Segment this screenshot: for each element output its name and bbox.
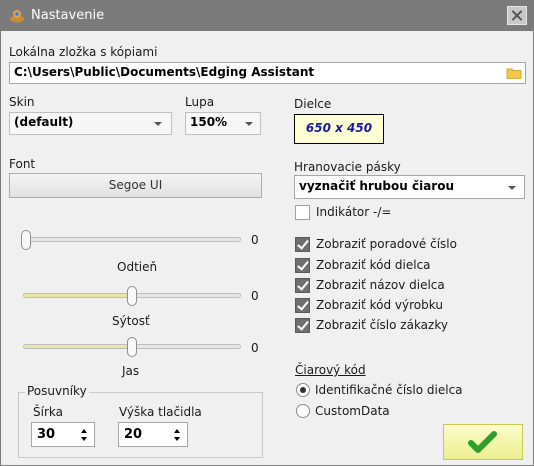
brightness-slider-thumb[interactable]	[127, 337, 137, 357]
chevron-down-icon	[245, 122, 253, 126]
show-order-id-label: Zobraziť číslo zákazky	[316, 318, 448, 332]
show-part-code-label: Zobraziť kód dielca	[316, 258, 431, 272]
scrollbars-group-label: Posuvníky	[25, 384, 89, 398]
arrow-down-icon[interactable]	[81, 437, 87, 441]
barcode-id-label: Identifikačné číslo dielca	[315, 383, 463, 397]
show-product-code-label: Zobraziť kód výrobku	[316, 298, 443, 312]
hue-slider-track[interactable]	[23, 237, 241, 242]
button-height-stepper[interactable]: 20	[118, 422, 188, 447]
scrollbar-width-label: Šírka	[33, 405, 63, 419]
show-part-name-label: Zobraziť názov dielca	[316, 278, 445, 292]
show-order-id-checkbox[interactable]	[295, 318, 310, 333]
scrollbar-width-stepper[interactable]: 30	[31, 422, 95, 447]
skin-label: Skin	[9, 95, 35, 109]
scrollbar-width-value: 30	[37, 427, 56, 442]
font-button[interactable]: Segoe UI	[9, 173, 262, 198]
arrow-up-icon[interactable]	[81, 429, 87, 433]
dielce-label: Dielce	[294, 97, 332, 111]
hue-value: 0	[251, 233, 259, 247]
button-height-value: 20	[124, 427, 143, 442]
skin-select[interactable]: (default)	[9, 112, 172, 135]
saturation-slider-fill	[24, 294, 133, 297]
skin-value: (default)	[14, 115, 74, 129]
arrow-up-icon[interactable]	[174, 429, 180, 433]
saturation-slider-thumb[interactable]	[127, 286, 137, 306]
ok-button[interactable]	[443, 424, 523, 460]
show-part-code-checkbox[interactable]	[295, 258, 310, 273]
chevron-down-icon	[508, 186, 516, 190]
hue-label: Odtieň	[117, 260, 158, 274]
barcode-customdata-label: CustomData	[315, 404, 390, 418]
folder-icon[interactable]	[506, 67, 522, 79]
zoom-label: Lupa	[185, 95, 215, 109]
arrow-down-icon[interactable]	[174, 437, 180, 441]
barcode-label: Čiarový kód	[295, 363, 366, 377]
brightness-slider-fill	[24, 345, 133, 348]
show-product-code-checkbox[interactable]	[295, 298, 310, 313]
edge-bands-select[interactable]: vyznačiť hrubou čiarou	[294, 175, 525, 199]
barcode-customdata-radio[interactable]	[296, 404, 310, 418]
zoom-select[interactable]: 150%	[185, 112, 261, 135]
backup-folder-label: Lokálna zložka s kópiami	[9, 45, 158, 59]
edge-bands-value: vyznačiť hrubou čiarou	[299, 179, 454, 193]
dielce-preview[interactable]: 650 x 450	[294, 114, 384, 144]
settings-window: Nastavenie Lokálna zložka s kópiami C:\U…	[0, 0, 534, 466]
checkmark-icon	[468, 431, 497, 453]
show-order-number-label: Zobraziť poradové číslo	[316, 237, 457, 251]
edge-bands-label: Hranovacie pásky	[294, 160, 401, 174]
show-part-name-checkbox[interactable]	[295, 278, 310, 293]
close-icon[interactable]	[507, 6, 527, 25]
zoom-value: 150%	[190, 115, 228, 129]
barcode-id-radio[interactable]	[296, 383, 310, 397]
indicator-label: Indikátor -/=	[316, 205, 392, 219]
saturation-label: Sýtosť	[112, 314, 150, 328]
app-icon	[10, 10, 24, 23]
window-title: Nastavenie	[31, 8, 105, 23]
saturation-value: 0	[251, 289, 259, 303]
brightness-label: Jas	[122, 364, 140, 378]
title-bar[interactable]: Nastavenie	[1, 1, 533, 31]
indicator-checkbox[interactable]	[295, 205, 310, 220]
backup-folder-field[interactable]: C:\Users\Public\Documents\Edging Assista…	[9, 62, 526, 84]
button-height-label: Výška tlačidla	[119, 405, 202, 419]
chevron-down-icon	[154, 122, 162, 126]
show-order-number-checkbox[interactable]	[295, 237, 310, 252]
brightness-value: 0	[251, 341, 259, 355]
hue-slider-thumb[interactable]	[21, 230, 31, 250]
backup-folder-value: C:\Users\Public\Documents\Edging Assista…	[14, 65, 315, 79]
font-label: Font	[9, 157, 36, 171]
